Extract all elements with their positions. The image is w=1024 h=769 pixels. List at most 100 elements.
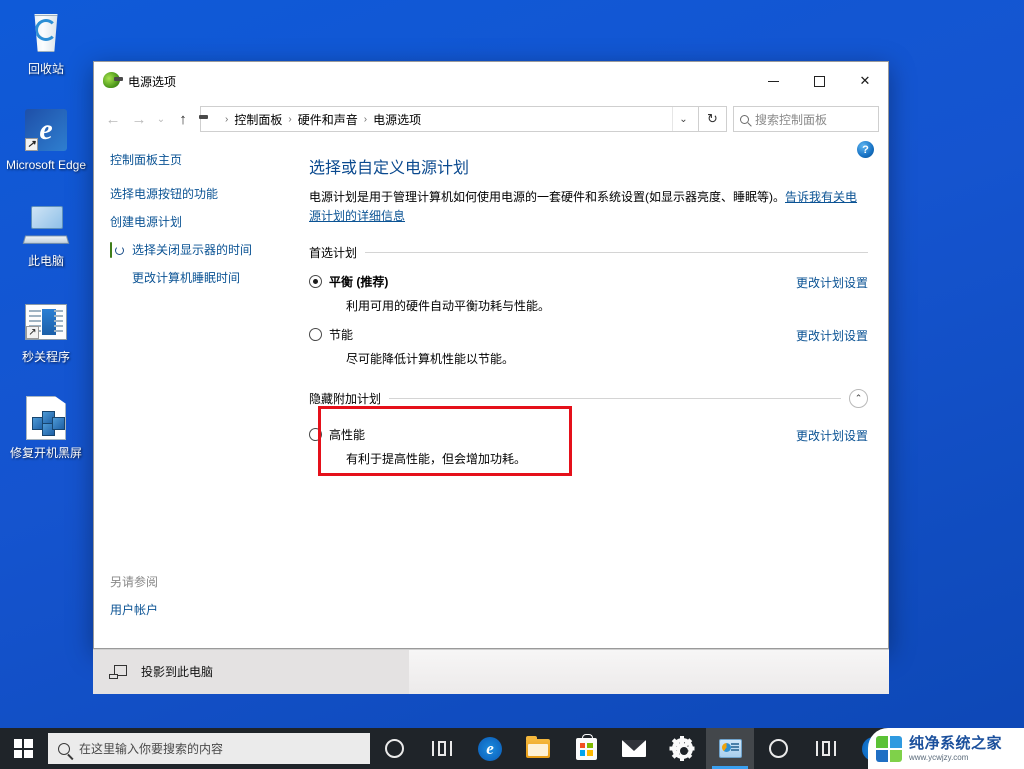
desktop-icon-label: Microsoft Edge <box>5 158 87 172</box>
taskbar-icons: e e <box>370 728 898 769</box>
sidebar-item-user-accounts[interactable]: 用户帐户 <box>110 602 309 618</box>
site-watermark: 纯净系统之家 www.ycwjzy.com <box>868 728 1024 769</box>
sidebar-item-change-sleep-time[interactable]: 更改计算机睡眠时间 <box>110 270 309 286</box>
taskbar-item-cortana-2[interactable] <box>754 728 802 769</box>
shortcut-arrow-icon: ↗ <box>26 326 39 339</box>
taskbar-item-edge[interactable]: e <box>466 728 514 769</box>
change-plan-settings-link-balanced[interactable]: 更改计划设置 <box>796 273 868 291</box>
sidebar-item-choose-power-button-action[interactable]: 选择电源按钮的功能 <box>110 186 309 202</box>
settings-gear-icon <box>669 736 695 761</box>
taskbar-item-cortana[interactable] <box>370 728 418 769</box>
plan-row-high-performance[interactable]: 高性能 有利于提高性能，但会增加功耗。 更改计划设置 <box>309 426 868 467</box>
desktop-icon-repair-blackscreen[interactable]: 修复开机黑屏 <box>0 388 92 484</box>
window-titlebar[interactable]: 电源选项 ✕ <box>94 62 888 100</box>
group-preferred-plans: 首选计划 平衡 (推荐) 利用可用的硬件自动平衡功耗与性能。 更改计划设置 节能 <box>309 244 868 367</box>
change-plan-settings-link-high-performance[interactable]: 更改计划设置 <box>796 426 868 444</box>
sidebar: 控制面板主页 选择电源按钮的功能 创建电源计划 选择关闭显示器的时间 更改计算机… <box>94 138 309 648</box>
radio-high-performance[interactable] <box>309 428 322 441</box>
chevron-up-icon[interactable]: ⌃ <box>849 389 868 408</box>
group-header: 隐藏附加计划 ⌃ <box>309 389 868 408</box>
refresh-icon: ↻ <box>707 111 718 126</box>
plan-info: 高性能 有利于提高性能，但会增加功耗。 <box>309 426 796 467</box>
taskbar-item-file-explorer[interactable] <box>514 728 562 769</box>
back-button[interactable]: ← <box>100 106 126 132</box>
change-plan-settings-link-power-saver[interactable]: 更改计划设置 <box>796 326 868 344</box>
location-power-plug-icon <box>205 110 223 128</box>
this-pc-icon <box>22 202 70 250</box>
forward-arrow-icon: → <box>131 110 147 128</box>
back-arrow-icon: ← <box>105 110 121 128</box>
plan-description: 尽可能降低计算机性能以节能。 <box>346 352 515 366</box>
radio-balanced[interactable] <box>309 275 322 288</box>
desktop-icon-label: 此电脑 <box>27 254 64 268</box>
taskbar-item-microsoft-store[interactable] <box>562 728 610 769</box>
sidebar-item-choose-display-off-time[interactable]: 选择关闭显示器的时间 <box>110 242 309 258</box>
watermark-name: 纯净系统之家 <box>909 734 1003 752</box>
windows-logo-icon <box>13 739 33 758</box>
shortcut-arrow-icon: ↗ <box>25 138 38 151</box>
search-icon <box>740 114 749 124</box>
group-hidden-additional-plans: 隐藏附加计划 ⌃ 高性能 有利于提高性能，但会增加功耗。 更改计划设置 <box>309 389 868 467</box>
plan-name: 节能 <box>329 328 354 342</box>
group-label: 隐藏附加计划 <box>309 392 382 406</box>
refresh-button[interactable]: ↻ <box>699 106 727 132</box>
desktop-icon-label: 秒关程序 <box>21 350 70 364</box>
maximize-icon <box>813 75 825 87</box>
taskbar-item-mail[interactable] <box>610 728 658 769</box>
file-explorer-icon <box>526 736 550 758</box>
taskbar-item-power-options[interactable] <box>706 728 754 769</box>
plan-row-power-saver[interactable]: 节能 尽可能降低计算机性能以节能。 更改计划设置 <box>309 326 868 367</box>
desktop-icon-this-pc[interactable]: 此电脑 <box>0 196 92 292</box>
close-button[interactable]: ✕ <box>842 62 888 100</box>
task-view-icon <box>432 741 452 756</box>
up-button[interactable]: ↑ <box>170 106 196 132</box>
see-also-header: 另请参阅 <box>110 575 159 589</box>
desktop-icon-app-shortcut[interactable]: ↗ 秒关程序 <box>0 292 92 388</box>
taskbar-item-task-view[interactable] <box>418 728 466 769</box>
address-dropdown-button[interactable]: ⌄ <box>672 107 694 131</box>
sidebar-item-label: 更改计算机睡眠时间 <box>132 271 241 285</box>
search-control-panel-input[interactable]: 搜索控制面板 <box>733 106 879 132</box>
desktop-icon-label: 修复开机黑屏 <box>9 446 82 460</box>
sidebar-item-label: 用户帐户 <box>110 603 159 617</box>
project-to-this-pc-item[interactable]: 投影到此电脑 <box>93 649 409 694</box>
edge-icon: e ↗ <box>22 106 70 154</box>
power-options-window: 电源选项 ✕ ← → ⌄ ↑ › 控制面板 › 硬件和声音 › 电源选项 ⌄ ↻… <box>93 61 889 649</box>
repair-blackscreen-icon <box>22 394 70 442</box>
taskbar-item-settings[interactable] <box>658 728 706 769</box>
window-body: 控制面板主页 选择电源按钮的功能 创建电源计划 选择关闭显示器的时间 更改计算机… <box>94 138 888 648</box>
start-button[interactable] <box>0 728 46 769</box>
desktop-icon-area: 回收站 e ↗ Microsoft Edge 此电脑 ↗ 秒关程序 修复开机黑屏 <box>0 4 92 484</box>
taskbar-search-input[interactable]: 在这里输入你要搜索的内容 <box>48 733 370 764</box>
forward-button[interactable]: → <box>126 106 152 132</box>
recent-locations-button[interactable]: ⌄ <box>152 106 170 132</box>
search-placeholder: 搜索控制面板 <box>755 112 828 127</box>
help-icon[interactable]: ? <box>857 141 874 158</box>
desktop-icon-microsoft-edge[interactable]: e ↗ Microsoft Edge <box>0 100 92 196</box>
desktop-icon-recycle-bin[interactable]: 回收站 <box>0 4 92 100</box>
sidebar-item-label: 创建电源计划 <box>110 215 183 229</box>
project-to-this-pc-bar: 投影到此电脑 <box>93 649 889 694</box>
address-toolbar: ← → ⌄ ↑ › 控制面板 › 硬件和声音 › 电源选项 ⌄ ↻ 搜索控制面板 <box>94 100 888 138</box>
cortana-icon <box>768 739 788 758</box>
breadcrumb-control-panel[interactable]: 控制面板 <box>228 111 288 128</box>
taskbar-item-task-view-2[interactable] <box>802 728 850 769</box>
page-description: 电源计划是用于管理计算机如何使用电源的一套硬件和系统设置(如显示器亮度、睡眠等)… <box>309 188 868 226</box>
plan-description: 利用可用的硬件自动平衡功耗与性能。 <box>346 299 551 313</box>
power-plug-icon <box>103 72 123 90</box>
up-arrow-icon: ↑ <box>179 110 187 128</box>
radio-power-saver[interactable] <box>309 328 322 341</box>
plan-info: 节能 尽可能降低计算机性能以节能。 <box>309 326 796 367</box>
maximize-button[interactable] <box>796 62 842 100</box>
breadcrumb-power-options[interactable]: 电源选项 <box>367 111 427 128</box>
power-options-icon <box>718 739 742 758</box>
address-bar[interactable]: › 控制面板 › 硬件和声音 › 电源选项 ⌄ <box>200 106 699 132</box>
plan-row-balanced[interactable]: 平衡 (推荐) 利用可用的硬件自动平衡功耗与性能。 更改计划设置 <box>309 273 868 314</box>
shield-clock-icon <box>110 242 126 258</box>
breadcrumb-hardware-sound[interactable]: 硬件和声音 <box>292 111 364 128</box>
sidebar-item-control-panel-home[interactable]: 控制面板主页 <box>110 152 309 168</box>
microsoft-store-icon <box>575 733 597 760</box>
minimize-button[interactable] <box>750 62 796 100</box>
chevron-down-icon: ⌄ <box>156 113 166 125</box>
sidebar-item-create-power-plan[interactable]: 创建电源计划 <box>110 214 309 230</box>
